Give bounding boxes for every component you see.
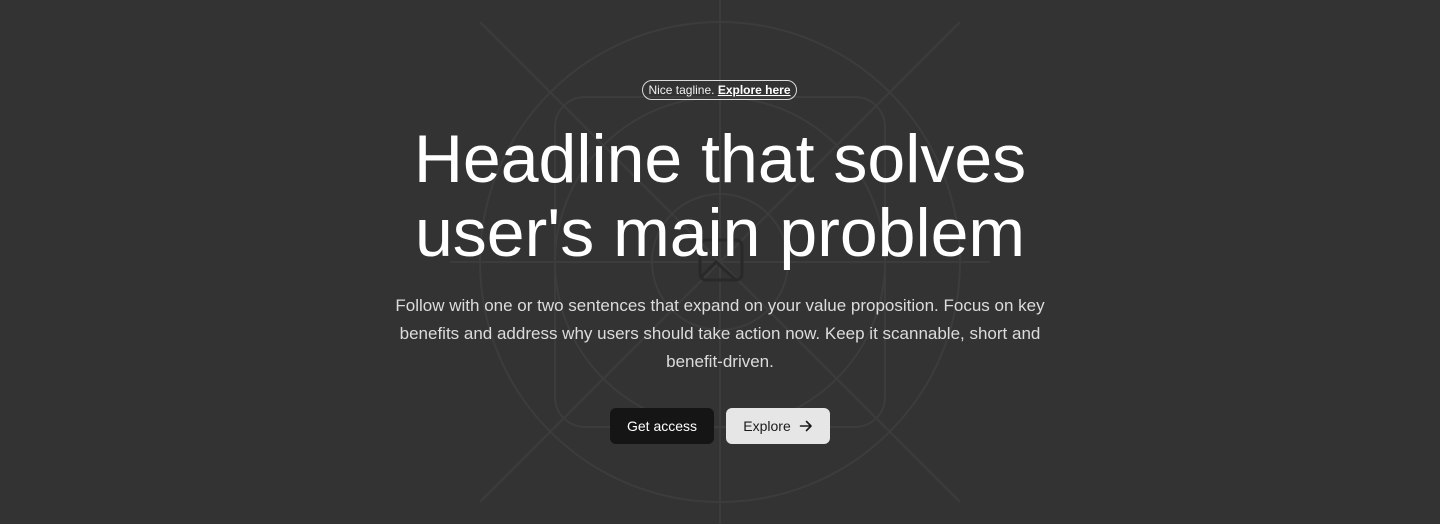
hero-description: Follow with one or two sentences that ex… bbox=[395, 296, 1045, 371]
page-title: Headline that solves user's main problem bbox=[300, 122, 1140, 270]
tagline-badge: Nice tagline. Explore here bbox=[642, 80, 797, 100]
explore-button[interactable]: Explore bbox=[726, 408, 830, 444]
hero-actions: Get access Explore bbox=[610, 408, 830, 444]
explore-label: Explore bbox=[743, 418, 791, 434]
arrow-right-icon bbox=[799, 419, 813, 433]
get-access-button[interactable]: Get access bbox=[610, 408, 714, 444]
headline-line-1: Headline that solves bbox=[413, 121, 1027, 197]
headline-line-2: user's main problem bbox=[414, 195, 1026, 271]
hero-section: Nice tagline. Explore here Headline that… bbox=[0, 0, 1440, 524]
get-access-label: Get access bbox=[626, 418, 698, 434]
tagline-text: Nice tagline. bbox=[648, 83, 718, 97]
explore-here-link[interactable]: Explore here bbox=[718, 83, 791, 97]
